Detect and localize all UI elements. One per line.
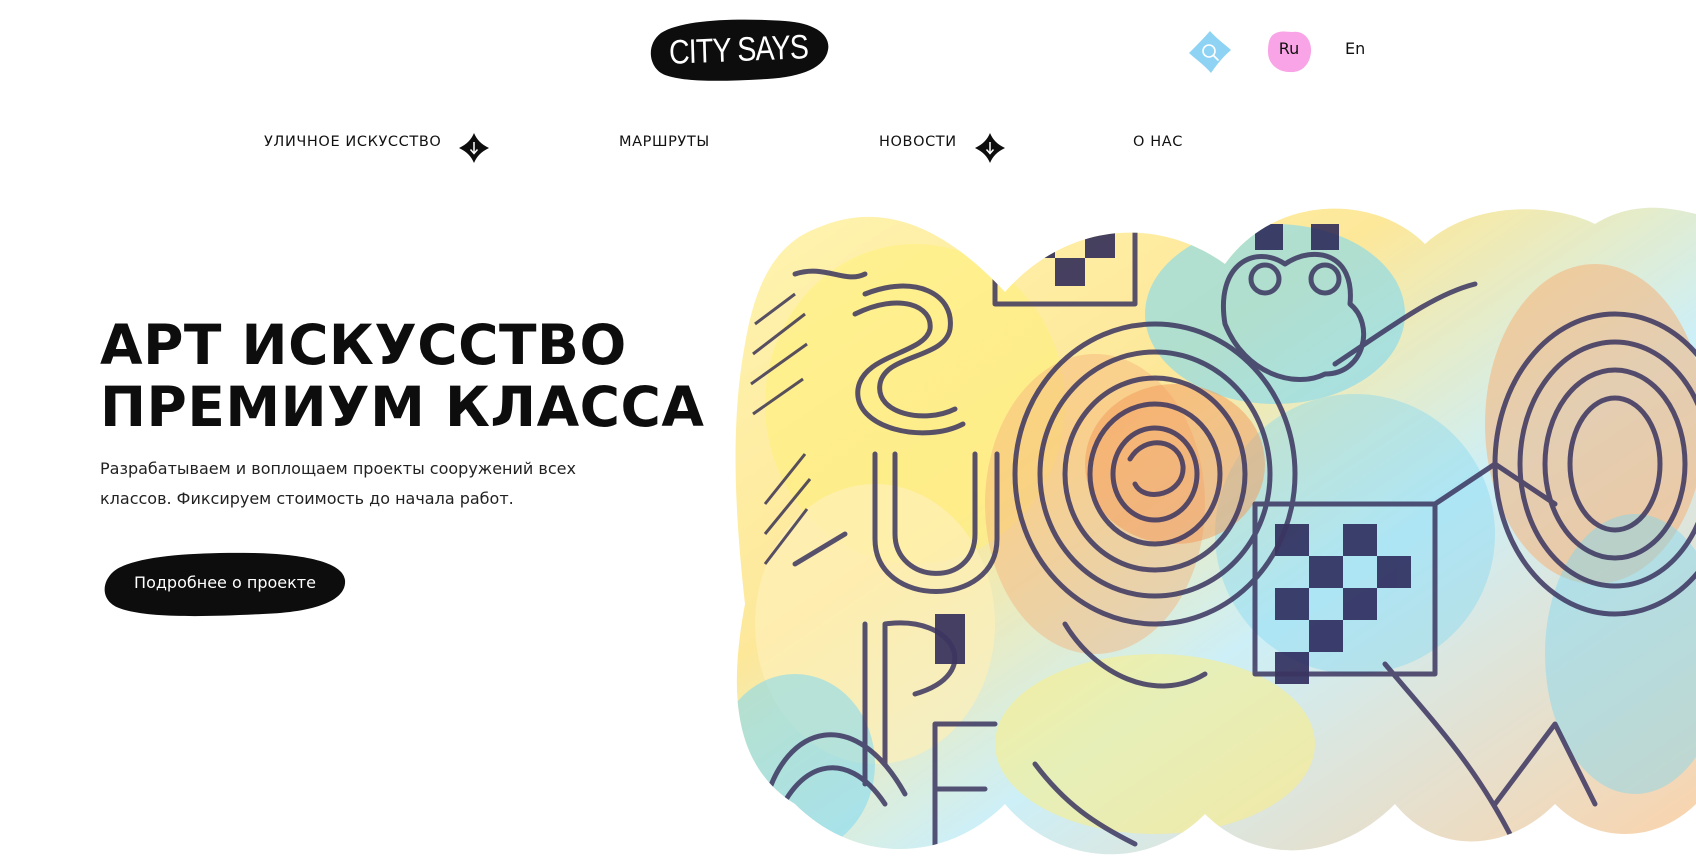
logo[interactable]: CITY SAYS <box>647 17 830 83</box>
nav-item-street-art[interactable]: УЛИЧНОЕ ИСКУССТВО <box>264 130 490 163</box>
nav-item-label: МАРШРУТЫ <box>619 134 710 150</box>
language-en-button[interactable]: En <box>1345 39 1365 58</box>
hero-description: Разрабатываем и воплощаем проекты сооруж… <box>100 454 620 514</box>
nav-item-label: УЛИЧНОЕ ИСКУССТВО <box>264 134 442 150</box>
arrow-down-icon <box>974 133 1005 163</box>
hero-description-line-1: Разрабатываем и воплощаем проекты сооруж… <box>100 459 576 478</box>
street-art-image <box>735 207 1696 855</box>
search-button[interactable] <box>1188 30 1232 74</box>
nav-item-label: О НАС <box>1133 134 1183 150</box>
nav-item-news[interactable]: НОВОСТИ <box>879 130 1005 163</box>
hero-title-line-2: ПРЕМИУМ КЛАССА <box>100 375 705 439</box>
cta-label: Подробнее о проекте <box>134 573 316 592</box>
arrow-down-icon <box>459 133 490 163</box>
language-ru-label: Ru <box>1278 39 1300 58</box>
hero-description-line-2: классов. Фиксируем стоимость до начала р… <box>100 489 514 508</box>
search-icon <box>1189 31 1231 73</box>
hero-artwork <box>735 204 1696 860</box>
language-ru-button[interactable]: Ru <box>1266 28 1312 74</box>
nav-item-about[interactable]: О НАС <box>1133 130 1183 154</box>
more-about-project-button[interactable]: Подробнее о проекте <box>103 550 347 618</box>
hero-title: АРТ ИСКУССТВО ПРЕМИУМ КЛАССА <box>100 314 740 438</box>
nav-item-routes[interactable]: МАРШРУТЫ <box>619 130 710 154</box>
nav-item-label: НОВОСТИ <box>879 134 957 150</box>
hero-title-line-1: АРТ ИСКУССТВО <box>100 313 627 377</box>
logo-text: CITY SAYS <box>668 27 809 72</box>
